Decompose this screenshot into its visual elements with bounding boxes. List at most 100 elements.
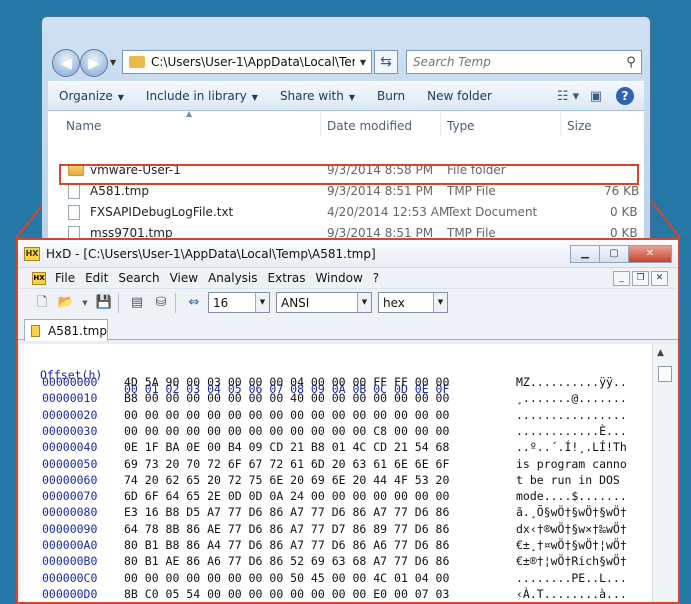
row-ascii[interactable]: €±¸†¤wÖ†§wÖ†¦wÖ† [516, 538, 627, 552]
row-bytes[interactable]: 4D 5A 90 00 03 00 00 00 04 00 00 00 FF F… [124, 375, 449, 389]
hex-editor-view[interactable]: Offset(h) 00 01 02 03 04 05 06 07 08 09 … [20, 344, 652, 602]
row-bytes[interactable]: 00 00 00 00 00 00 00 00 00 00 00 00 00 0… [124, 408, 449, 422]
refresh-button[interactable]: ⇆ [374, 50, 398, 74]
column-type[interactable]: Type [447, 119, 475, 133]
offset-base-select[interactable]: hex ▼ [378, 292, 448, 313]
menu-help[interactable]: ? [368, 271, 384, 285]
menu-file[interactable]: File [50, 271, 80, 285]
row-offset[interactable]: 000000B0 [42, 554, 97, 568]
menu-analysis[interactable]: Analysis [203, 271, 262, 285]
row-offset[interactable]: 000000C0 [42, 571, 97, 585]
row-ascii[interactable]: mode....$....... [516, 489, 627, 503]
address-bar[interactable]: C:\Users\User-1\AppData\Local\Temp ▼ [122, 50, 372, 74]
scroll-up-icon[interactable]: ▲ [657, 348, 664, 358]
hxd-title-bar[interactable]: HX HxD - [C:\Users\User-1\AppData\Local\… [18, 240, 678, 268]
history-dropdown-icon[interactable]: ▼ [110, 58, 116, 67]
new-file-icon[interactable]: 🗋 [32, 293, 52, 313]
row-ascii[interactable]: ............È... [516, 424, 627, 438]
row-ascii[interactable]: MZ..........ÿÿ.. [516, 375, 627, 389]
row-bytes[interactable]: 74 20 62 65 20 72 75 6E 20 69 6E 20 44 4… [124, 473, 449, 487]
document-icon[interactable]: HX [32, 271, 46, 285]
mdi-minimize-button[interactable]: _ [613, 270, 630, 286]
row-bytes[interactable]: 00 00 00 00 00 00 00 00 50 45 00 00 4C 0… [124, 571, 449, 585]
tab-a581[interactable]: A581.tmp [24, 319, 108, 341]
row-bytes[interactable]: 64 78 8B 86 AE 77 D6 86 A7 77 D7 86 89 7… [124, 522, 449, 536]
file-date: 4/20/2014 12:53 AM [327, 205, 450, 219]
charset-select[interactable]: ANSI ▼ [276, 292, 372, 313]
row-ascii[interactable]: dx‹†®wÖ†§w×†‰wÖ† [516, 522, 627, 536]
column-name[interactable]: Name [66, 119, 101, 133]
row-ascii[interactable]: ã.¸Õ§wÖ†§wÖ†§wÖ† [516, 505, 627, 519]
row-offset[interactable]: 00000030 [42, 424, 97, 438]
include-in-library-button[interactable]: Include in library ▼ [135, 89, 269, 103]
back-button[interactable]: ◀ [52, 49, 80, 77]
row-offset[interactable]: 00000070 [42, 489, 97, 503]
organize-button[interactable]: Organize ▼ [48, 89, 135, 103]
row-bytes[interactable]: 6D 6F 64 65 2E 0D 0D 0A 24 00 00 00 00 0… [124, 489, 449, 503]
save-icon[interactable]: 💾 [94, 293, 114, 313]
burn-button[interactable]: Burn [366, 89, 416, 103]
help-icon[interactable]: ? [616, 87, 634, 105]
row-ascii[interactable]: t be run in DOS [516, 473, 627, 487]
bytes-per-row-select[interactable]: 16 ▼ [208, 292, 270, 313]
chevron-down-icon[interactable]: ▼ [80, 293, 90, 313]
row-offset[interactable]: 00000080 [42, 505, 97, 519]
row-bytes[interactable]: 80 B1 AE 86 A6 77 D6 86 52 69 63 68 A7 7… [124, 554, 449, 568]
mdi-close-button[interactable]: ✕ [651, 270, 668, 286]
open-folder-icon[interactable]: 📂 [56, 293, 76, 313]
row-ascii[interactable]: €±®†¦wÖ†Rich§wÖ† [516, 554, 627, 568]
row-offset[interactable]: 00000040 [42, 440, 97, 454]
row-offset[interactable]: 000000D0 [42, 587, 97, 601]
address-path[interactable]: C:\Users\User-1\AppData\Local\Temp [151, 55, 355, 69]
row-bytes[interactable]: E3 16 B8 D5 A7 77 D6 86 A7 77 D6 86 A7 7… [124, 505, 449, 519]
search-icon[interactable]: ⚲ [621, 55, 641, 70]
vertical-scrollbar[interactable]: ▲ [652, 344, 678, 602]
row-bytes[interactable]: 80 B1 B8 86 A4 77 D6 86 A7 77 D6 86 A6 7… [124, 538, 449, 552]
search-box[interactable]: ⚲ [406, 50, 642, 74]
menu-search[interactable]: Search [113, 271, 164, 285]
scroll-thumb[interactable] [658, 366, 672, 382]
menu-view[interactable]: View [165, 271, 203, 285]
column-date-modified[interactable]: Date modified [327, 119, 412, 133]
menu-window[interactable]: Window [310, 271, 367, 285]
row-ascii[interactable]: ‹À.T........à... [516, 587, 627, 601]
close-button[interactable]: ✕ [628, 244, 672, 263]
row-ascii[interactable]: ........PE..L... [516, 571, 627, 585]
menu-bar: HX File Edit Search View Analysis Extras… [18, 268, 678, 288]
row-bytes[interactable]: 00 00 00 00 00 00 00 00 00 00 00 00 C8 0… [124, 424, 449, 438]
row-bytes[interactable]: 69 73 20 70 72 6F 67 72 61 6D 20 63 61 6… [124, 457, 449, 471]
row-bytes[interactable]: B8 00 00 00 00 00 00 00 40 00 00 00 00 0… [124, 391, 449, 405]
row-offset[interactable]: 00000060 [42, 473, 97, 487]
mdi-restore-button[interactable]: ❐ [632, 270, 649, 286]
row-bytes[interactable]: 0E 1F BA 0E 00 B4 09 CD 21 B8 01 4C CD 2… [124, 440, 449, 454]
maximize-button[interactable]: ▢ [599, 244, 629, 263]
menu-extras[interactable]: Extras [263, 271, 311, 285]
list-item[interactable]: FXSAPIDebugLogFile.txt 4/20/2014 12:53 A… [58, 202, 643, 223]
ram-editor-icon[interactable]: ▤ [127, 293, 147, 313]
search-input[interactable] [413, 55, 621, 69]
disk-editor-icon[interactable]: ⛁ [151, 293, 171, 313]
row-ascii[interactable]: ¸.......@....... [516, 391, 627, 405]
row-offset[interactable]: 00000000 [42, 375, 97, 389]
row-offset[interactable]: 00000050 [42, 457, 97, 471]
share-with-button[interactable]: Share with ▼ [269, 89, 366, 103]
row-offset[interactable]: 00000090 [42, 522, 97, 536]
row-offset[interactable]: 00000020 [42, 408, 97, 422]
minimize-button[interactable]: ▁ [570, 244, 600, 263]
column-size[interactable]: Size [567, 119, 592, 133]
row-ascii[interactable]: is program canno [516, 457, 627, 471]
highlight-box [59, 164, 639, 185]
chevron-down-icon: ▼ [433, 293, 447, 312]
row-bytes[interactable]: 8B C0 05 54 00 00 00 00 00 00 00 00 E0 0… [124, 587, 449, 601]
new-folder-button[interactable]: New folder [416, 89, 503, 103]
forward-button[interactable]: ▶ [80, 49, 108, 77]
view-options-icon[interactable]: ☷ ▾ [554, 89, 582, 104]
chevron-down-icon: ▼ [348, 93, 355, 102]
row-offset[interactable]: 000000A0 [42, 538, 97, 552]
row-offset[interactable]: 00000010 [42, 391, 97, 405]
preview-pane-icon[interactable]: ▣ [582, 89, 610, 104]
address-dropdown-icon[interactable]: ▼ [355, 58, 371, 67]
row-ascii[interactable]: ..º..´.Í!¸.LÍ!Th [516, 440, 627, 454]
row-ascii[interactable]: ................ [516, 408, 627, 422]
menu-edit[interactable]: Edit [80, 271, 113, 285]
